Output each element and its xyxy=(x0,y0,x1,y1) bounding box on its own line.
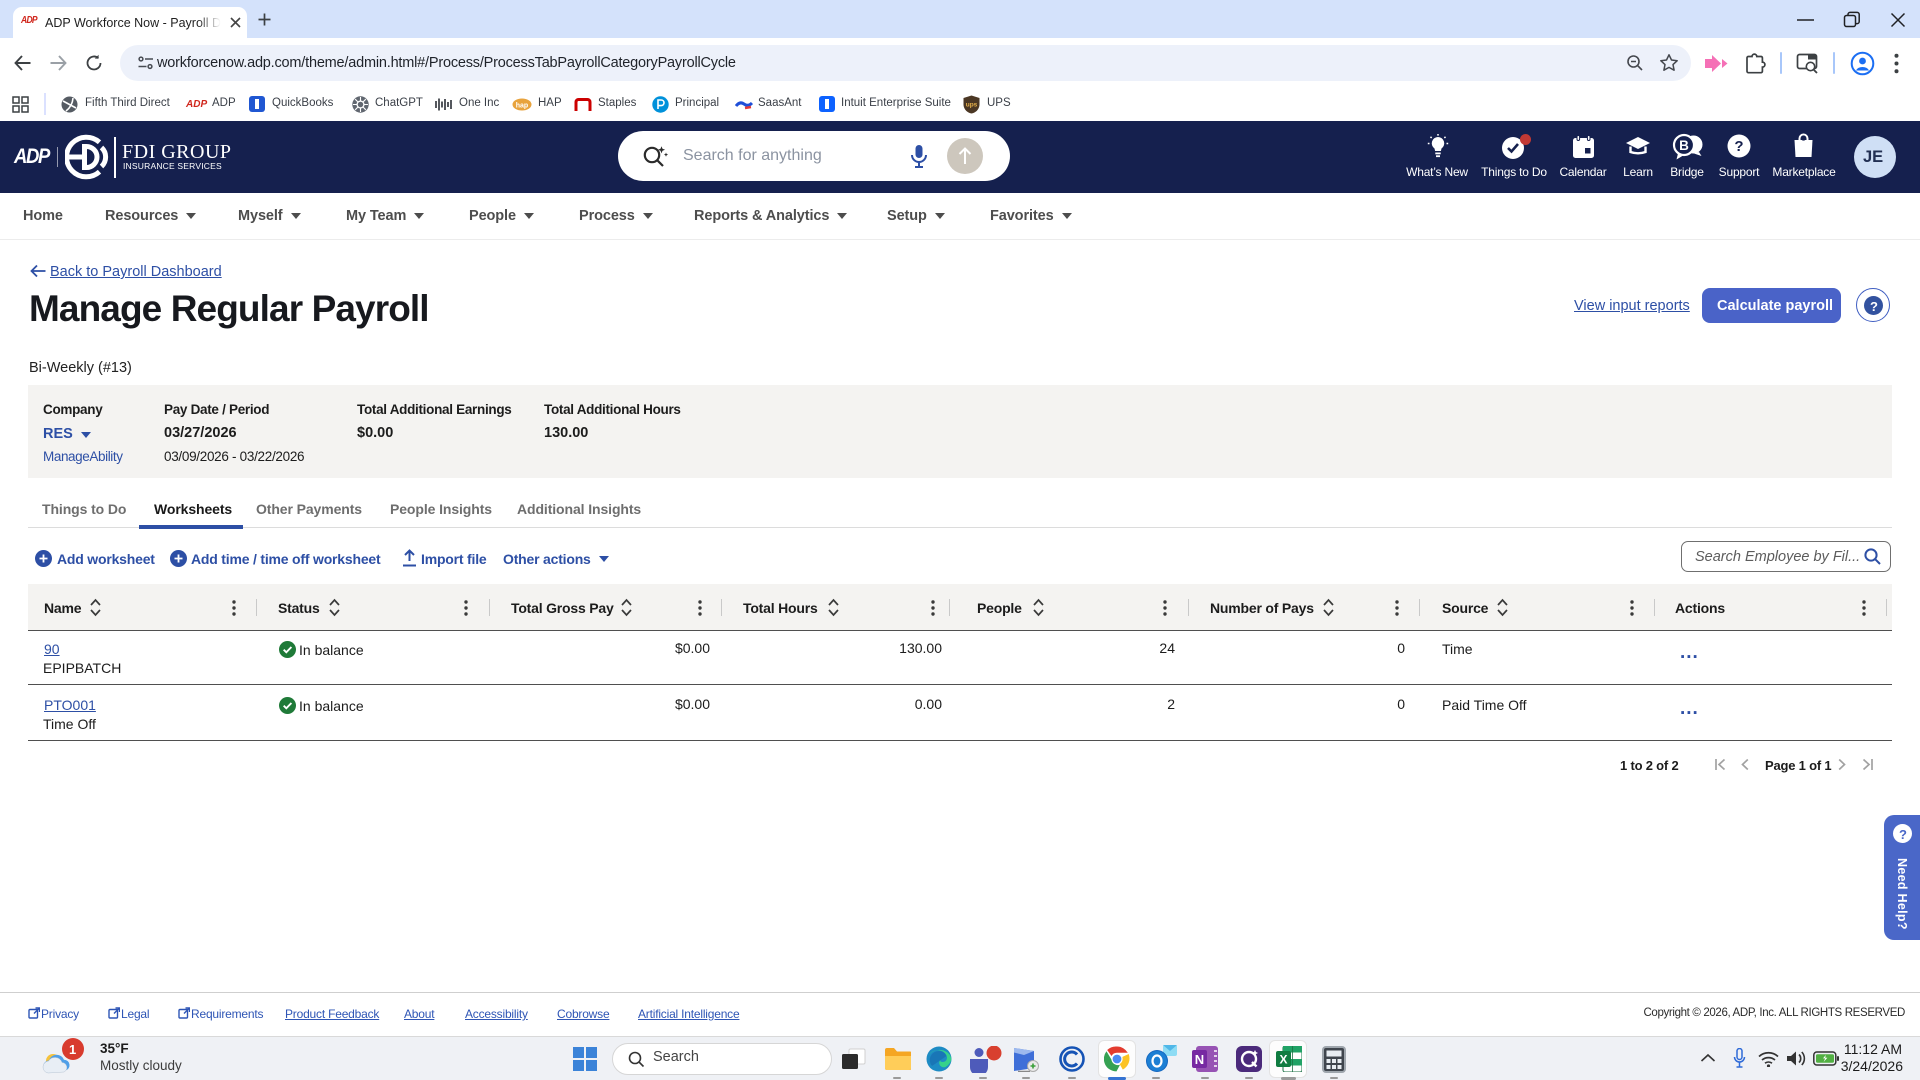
svg-text:X: X xyxy=(1279,1053,1287,1067)
svg-text:B: B xyxy=(1679,138,1689,153)
svg-text:N: N xyxy=(1195,1052,1204,1067)
svg-text:ups: ups xyxy=(966,102,978,109)
svg-text:?: ? xyxy=(1734,138,1743,155)
svg-text:hap: hap xyxy=(516,103,528,110)
